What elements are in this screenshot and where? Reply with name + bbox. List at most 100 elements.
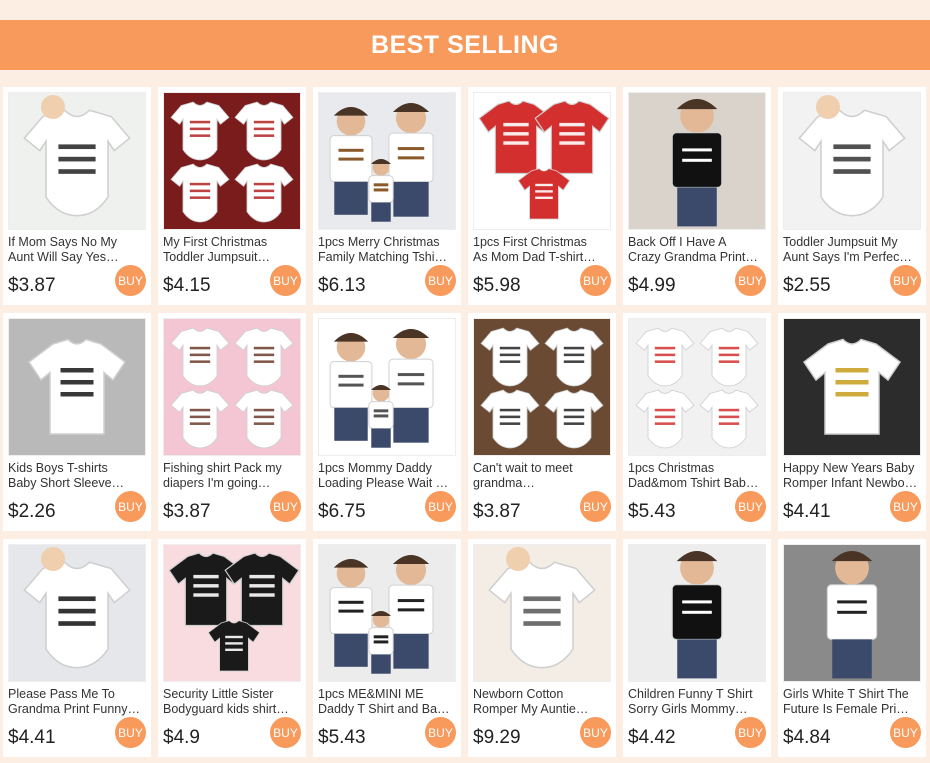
product-price: $4.41	[783, 501, 831, 522]
product-title-line-1: Happy New Years Baby	[783, 461, 915, 475]
buy-button[interactable]: BUY	[270, 265, 301, 296]
product-title[interactable]: My First Christmas Toddler Jumpsuit…	[163, 235, 301, 265]
product-image[interactable]	[163, 318, 301, 456]
product-title[interactable]: 1pcs Mommy Daddy Loading Please Wait …	[318, 461, 456, 491]
product-price: $4.84	[783, 727, 831, 748]
product-card[interactable]: Can't wait to meet grandma… $3.87 BUY	[468, 313, 616, 531]
buy-button[interactable]: BUY	[735, 265, 766, 296]
product-price: $5.43	[628, 501, 676, 522]
product-image[interactable]	[473, 318, 611, 456]
product-title-line-1: Fishing shirt Pack my	[163, 461, 282, 475]
buy-button[interactable]: BUY	[580, 491, 611, 522]
product-title[interactable]: Happy New Years Baby Romper Infant Newbo…	[783, 461, 921, 491]
buy-button[interactable]: BUY	[580, 265, 611, 296]
product-image[interactable]	[783, 544, 921, 682]
product-image[interactable]	[8, 318, 146, 456]
product-title[interactable]: Please Pass Me To Grandma Print Funny…	[8, 687, 146, 717]
product-image[interactable]	[163, 92, 301, 230]
product-title[interactable]: 1pcs ME&MINI ME Daddy T Shirt and Ba…	[318, 687, 456, 717]
product-card[interactable]: 1pcs Mommy Daddy Loading Please Wait … $…	[313, 313, 461, 531]
product-title-line-1: If Mom Says No My	[8, 235, 118, 249]
product-card[interactable]: Newborn Cotton Romper My Auntie… $9.29 B…	[468, 539, 616, 757]
product-title-line-2: Daddy T Shirt and Ba…	[318, 702, 450, 716]
product-image[interactable]	[318, 92, 456, 230]
product-card[interactable]: Back Off I Have A Crazy Grandma Print… $…	[623, 87, 771, 305]
product-title-line-1: 1pcs First Christmas	[473, 235, 587, 249]
product-card[interactable]: Children Funny T Shirt Sorry Girls Mommy…	[623, 539, 771, 757]
product-title[interactable]: Kids Boys T-shirts Baby Short Sleeve…	[8, 461, 146, 491]
product-image[interactable]	[628, 544, 766, 682]
product-title[interactable]: 1pcs First Christmas As Mom Dad T-shirt…	[473, 235, 611, 265]
buy-button[interactable]: BUY	[890, 265, 921, 296]
product-image[interactable]	[628, 92, 766, 230]
product-title-line-1: Newborn Cotton	[473, 687, 564, 701]
product-price: $6.75	[318, 501, 366, 522]
buy-button[interactable]: BUY	[425, 265, 456, 296]
product-card[interactable]: 1pcs ME&MINI ME Daddy T Shirt and Ba… $5…	[313, 539, 461, 757]
product-image[interactable]	[473, 544, 611, 682]
product-title[interactable]: Back Off I Have A Crazy Grandma Print…	[628, 235, 766, 265]
product-title-line-1: Toddler Jumpsuit My	[783, 235, 898, 249]
buy-button[interactable]: BUY	[425, 717, 456, 748]
product-image[interactable]	[8, 544, 146, 682]
product-title-line-2: Dad&mom Tshirt Bab…	[628, 476, 759, 490]
product-title[interactable]: Newborn Cotton Romper My Auntie…	[473, 687, 611, 717]
product-title-line-2: Toddler Jumpsuit…	[163, 250, 270, 264]
buy-button[interactable]: BUY	[115, 265, 146, 296]
product-title[interactable]: Girls White T Shirt The Future Is Female…	[783, 687, 921, 717]
product-card[interactable]: Kids Boys T-shirts Baby Short Sleeve… $2…	[3, 313, 151, 531]
product-title-line-2: diapers I'm going…	[163, 476, 271, 490]
product-title[interactable]: Fishing shirt Pack my diapers I'm going…	[163, 461, 301, 491]
buy-button[interactable]: BUY	[890, 491, 921, 522]
product-card[interactable]: Girls White T Shirt The Future Is Female…	[778, 539, 926, 757]
buy-button[interactable]: BUY	[735, 491, 766, 522]
product-price: $9.29	[473, 727, 521, 748]
product-title[interactable]: 1pcs Christmas Dad&mom Tshirt Bab…	[628, 461, 766, 491]
product-image[interactable]	[473, 92, 611, 230]
product-image[interactable]	[163, 544, 301, 682]
product-card[interactable]: Fishing shirt Pack my diapers I'm going……	[158, 313, 306, 531]
buy-button[interactable]: BUY	[270, 491, 301, 522]
buy-button[interactable]: BUY	[890, 717, 921, 748]
product-image[interactable]	[318, 318, 456, 456]
product-price: $6.13	[318, 275, 366, 296]
product-image[interactable]	[8, 92, 146, 230]
product-title[interactable]: 1pcs Merry Christmas Family Matching Tsh…	[318, 235, 456, 265]
product-title-line-2: Family Matching Tshi…	[318, 250, 447, 264]
product-card[interactable]: Security Little Sister Bodyguard kids sh…	[158, 539, 306, 757]
product-card[interactable]: My First Christmas Toddler Jumpsuit… $4.…	[158, 87, 306, 305]
buy-button[interactable]: BUY	[270, 717, 301, 748]
product-title-line-2: Aunt Says I'm Perfec…	[783, 250, 912, 264]
buy-button[interactable]: BUY	[735, 717, 766, 748]
product-card[interactable]: 1pcs Christmas Dad&mom Tshirt Bab… $5.43…	[623, 313, 771, 531]
product-card[interactable]: Happy New Years Baby Romper Infant Newbo…	[778, 313, 926, 531]
product-card[interactable]: If Mom Says No My Aunt Will Say Yes… $3.…	[3, 87, 151, 305]
product-title[interactable]: If Mom Says No My Aunt Will Say Yes…	[8, 235, 146, 265]
product-card[interactable]: Toddler Jumpsuit My Aunt Says I'm Perfec…	[778, 87, 926, 305]
product-title-line-1: 1pcs Christmas	[628, 461, 715, 475]
product-title[interactable]: Children Funny T Shirt Sorry Girls Mommy…	[628, 687, 766, 717]
product-title[interactable]: Toddler Jumpsuit My Aunt Says I'm Perfec…	[783, 235, 921, 265]
product-image[interactable]	[783, 318, 921, 456]
buy-button[interactable]: BUY	[115, 717, 146, 748]
product-image[interactable]	[783, 92, 921, 230]
product-price: $4.99	[628, 275, 676, 296]
buy-button[interactable]: BUY	[115, 491, 146, 522]
product-title[interactable]: Security Little Sister Bodyguard kids sh…	[163, 687, 301, 717]
product-title[interactable]: Can't wait to meet grandma…	[473, 461, 611, 491]
product-title-line-2: Bodyguard kids shirt…	[163, 702, 289, 716]
product-title-line-1: 1pcs Mommy Daddy	[318, 461, 432, 475]
product-card[interactable]: 1pcs First Christmas As Mom Dad T-shirt……	[468, 87, 616, 305]
product-title-line-1: My First Christmas	[163, 235, 268, 249]
product-image[interactable]	[628, 318, 766, 456]
product-title-line-2: Romper Infant Newbo…	[783, 476, 918, 490]
buy-button[interactable]: BUY	[425, 491, 456, 522]
product-price: $3.87	[163, 501, 211, 522]
buy-button[interactable]: BUY	[580, 717, 611, 748]
product-card[interactable]: 1pcs Merry Christmas Family Matching Tsh…	[313, 87, 461, 305]
product-card[interactable]: Please Pass Me To Grandma Print Funny… $…	[3, 539, 151, 757]
product-image[interactable]	[318, 544, 456, 682]
product-title-line-1: 1pcs ME&MINI ME	[318, 687, 424, 701]
best-selling-banner: BEST SELLING	[0, 20, 930, 70]
product-price: $2.55	[783, 275, 831, 296]
